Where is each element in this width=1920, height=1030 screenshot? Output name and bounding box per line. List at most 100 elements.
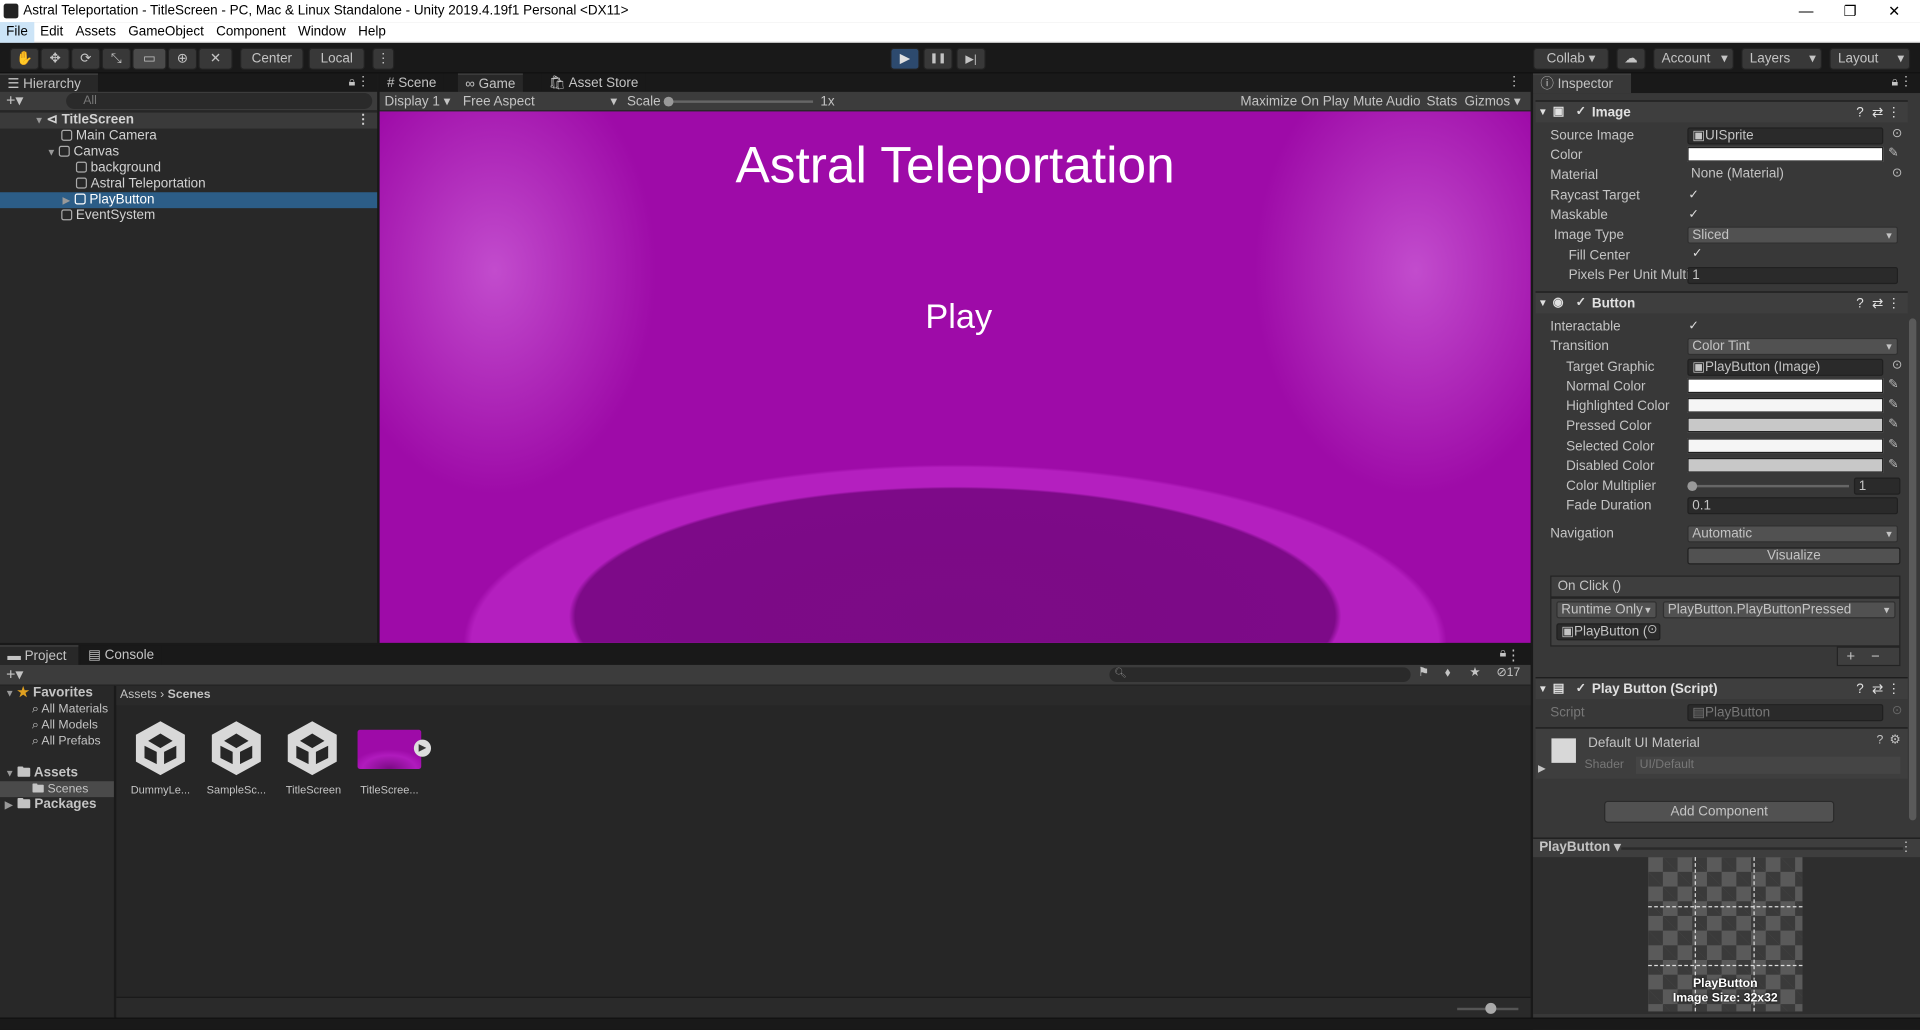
pivot-local-button[interactable]: Local (308, 47, 365, 70)
rect-tool-icon[interactable]: ▭ (132, 47, 167, 70)
grid-snap-icon[interactable]: ⋮ (372, 47, 395, 70)
help-icon[interactable]: ? (1876, 733, 1883, 746)
layers-dropdown[interactable]: Layers ▾ (1741, 47, 1823, 70)
target-graphic-field[interactable]: ▣PlayButton (Image) (1687, 358, 1884, 376)
preview-dropdown[interactable]: PlayButton ▾ (1539, 839, 1621, 857)
scenes-folder-row[interactable]: 🖿 Scenes (0, 781, 114, 798)
asset-file-label[interactable]: DummyLe... (124, 784, 197, 796)
preview-resize-handle[interactable] (1621, 847, 1903, 850)
display-dropdown[interactable]: Display 1 ▾ (384, 92, 450, 112)
interactable-checkbox[interactable]: ✓ (1687, 320, 1699, 333)
fill-center-checkbox[interactable]: ✓ (1691, 248, 1703, 261)
asset-file-label[interactable]: SampleSc... (200, 784, 273, 796)
pause-button[interactable]: ❚❚ (923, 47, 953, 70)
menu-help[interactable]: Help (352, 21, 392, 42)
aspect-dropdown[interactable]: Free Aspect ▾ (463, 92, 620, 112)
highlighted-color-swatch[interactable] (1687, 397, 1884, 413)
gizmos-toggle[interactable]: Gizmos ▾ (1465, 92, 1521, 112)
create-plus-icon[interactable]: +▾ (6, 665, 23, 683)
cloud-icon[interactable]: ☁ (1616, 47, 1646, 70)
selected-color-swatch[interactable] (1687, 438, 1884, 454)
lock-icon[interactable]: 🔒︎ (349, 73, 356, 91)
project-search-input[interactable]: 🔍︎ (1109, 667, 1411, 683)
hierarchy-item-canvas[interactable]: ▼ Canvas (0, 144, 377, 160)
asset-file-label[interactable]: TitleScree... (353, 784, 426, 796)
tab-project[interactable]: ▬ Project (0, 645, 79, 665)
create-plus-icon[interactable]: +▾ (6, 91, 23, 109)
kebab-menu-icon[interactable]: ⋮ (1887, 293, 1900, 315)
scale-tool-icon[interactable]: ⤡ (101, 47, 132, 70)
hidden-packages-toggle[interactable]: ⊘17 (1496, 666, 1520, 679)
script-component-header[interactable]: ▼ ▤ ✓ Play Button (Script) ? ⇄ ⋮ (1535, 677, 1908, 700)
pivot-center-button[interactable]: Center (240, 47, 304, 70)
function-dropdown[interactable]: PlayButton.PlayButtonPressed (1662, 601, 1896, 619)
scale-slider-thumb[interactable] (663, 96, 674, 107)
game-view[interactable]: Astral Teleportation Play (379, 111, 1531, 643)
hierarchy-item-eventsystem[interactable]: EventSystem (0, 208, 377, 224)
packages-folder-row[interactable]: ▶ 🖿 Packages (5, 797, 97, 813)
preset-icon[interactable]: ⇄ (1872, 102, 1883, 124)
kebab-menu-icon[interactable]: ⋮ (1506, 647, 1521, 664)
disabled-color-swatch[interactable] (1687, 457, 1884, 473)
rotate-tool-icon[interactable]: ⟳ (71, 47, 101, 70)
hierarchy-search-input[interactable]: All (66, 93, 373, 109)
expand-arrow-icon[interactable]: ▶ (1538, 763, 1546, 774)
hierarchy-item-main-camera[interactable]: Main Camera (0, 129, 377, 145)
tab-game[interactable]: ∞ Game (457, 73, 523, 94)
hierarchy-item-playbutton[interactable]: ▶ PlayButton (0, 192, 378, 209)
color-multiplier-slider[interactable] (1689, 484, 1849, 488)
favorites-item-prefabs[interactable]: ⌕ All Prefabs (32, 733, 101, 749)
asset-file-label[interactable]: TitleScreen (277, 784, 350, 796)
lock-icon[interactable]: 🔒︎ (1891, 73, 1898, 91)
maskable-checkbox[interactable]: ✓ (1687, 209, 1699, 221)
pressed-color-swatch[interactable] (1687, 417, 1884, 433)
eyedropper-icon[interactable]: ✎ (1888, 418, 1898, 431)
tab-scene[interactable]: # Scene (379, 73, 444, 94)
menu-file[interactable]: File (0, 21, 34, 43)
icon-size-slider-thumb[interactable] (1485, 1002, 1497, 1014)
close-button[interactable]: ✕ (1872, 0, 1916, 22)
preset-icon[interactable]: ⇄ (1872, 293, 1883, 315)
inspector-scrollbar[interactable] (1908, 318, 1917, 821)
maximize-button[interactable]: ❐ (1828, 0, 1872, 22)
preset-icon[interactable]: ⇄ (1872, 678, 1883, 700)
navigation-dropdown[interactable]: Automatic (1687, 525, 1898, 543)
account-dropdown[interactable]: Account ▾ (1653, 47, 1734, 70)
color-multiplier-input[interactable]: 1 (1853, 477, 1901, 495)
add-event-button[interactable]: + (1847, 648, 1856, 665)
menu-assets[interactable]: Assets (69, 21, 122, 42)
kebab-menu-icon[interactable]: ⋮ (356, 73, 369, 91)
onclick-object-field[interactable]: ▣PlayButton ( (1556, 623, 1661, 641)
unity-scene-file-icon[interactable] (282, 718, 343, 779)
unity-scene-file-icon[interactable] (130, 718, 191, 779)
raycast-target-checkbox[interactable]: ✓ (1687, 189, 1699, 202)
kebab-menu-icon[interactable]: ⋮ (1899, 73, 1912, 91)
unity-scene-file-icon[interactable] (206, 718, 267, 779)
visualize-button[interactable]: Visualize (1687, 547, 1901, 565)
play-expand-icon[interactable]: ▶ (413, 739, 432, 757)
mute-audio-toggle[interactable]: Mute Audio (1353, 92, 1420, 112)
image-type-dropdown[interactable]: Sliced (1687, 226, 1898, 244)
runtime-dropdown[interactable]: Runtime Only (1556, 601, 1657, 619)
eyedropper-icon[interactable]: ✎ (1888, 378, 1898, 391)
minimize-button[interactable]: — (1784, 0, 1828, 22)
tab-inspector[interactable]: ⓘ Inspector (1533, 73, 1632, 94)
favorite-star-icon[interactable]: ★ (1469, 666, 1480, 679)
help-icon[interactable]: ? (1856, 102, 1864, 124)
breadcrumb-current[interactable]: Scenes (168, 688, 211, 701)
hierarchy-item-background[interactable]: background (0, 160, 377, 176)
object-picker-icon[interactable]: ⊙ (1892, 127, 1902, 140)
search-by-label-icon[interactable]: ⬧ (1445, 666, 1451, 679)
play-button[interactable]: ▶ (890, 47, 920, 70)
favorites-item-materials[interactable]: ⌕ All Materials (32, 702, 108, 718)
collab-button[interactable]: Collab ▾ (1533, 47, 1609, 70)
assets-folder-row[interactable]: ▼ 🖿 Assets (5, 765, 78, 781)
image-color-swatch[interactable] (1687, 146, 1884, 162)
tab-console[interactable]: ▤ Console (80, 645, 162, 665)
kebab-menu-icon[interactable]: ⋮ (1887, 678, 1900, 700)
hand-tool-icon[interactable]: ✋ (9, 47, 40, 70)
add-component-button[interactable]: Add Component (1604, 800, 1835, 823)
hierarchy-scene-row[interactable]: ▼ ⊲ TitleScreen ⋮ (0, 112, 378, 129)
script-enabled-checkbox[interactable]: ✓ (1575, 683, 1587, 695)
kebab-menu-icon[interactable]: ⋮ (1899, 839, 1912, 857)
